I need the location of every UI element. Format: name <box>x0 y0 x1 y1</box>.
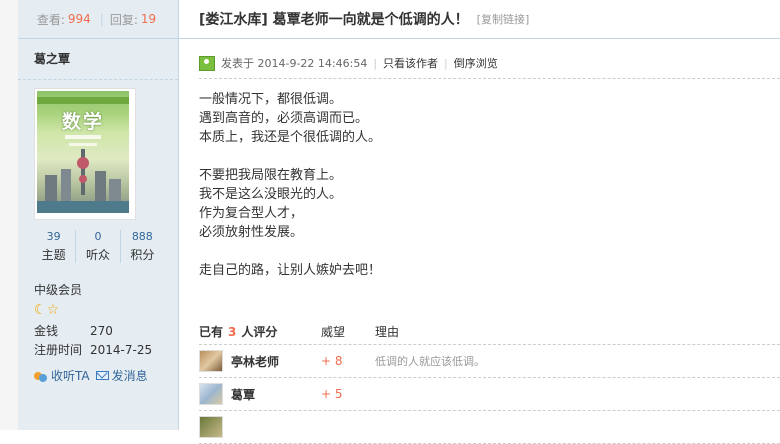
reverse-order-link[interactable]: 倒序浏览 <box>454 55 498 71</box>
count-topics[interactable]: 39 主题 <box>32 230 77 263</box>
thread-title: [娄江水库] 葛覃老师一向就是个低调的人！ <box>199 12 469 28</box>
count-label: 积分 <box>130 248 155 262</box>
info-row-registered: 注册时间 2014-7-25 <box>34 341 174 360</box>
info-row-money: 金钱 270 <box>34 322 174 341</box>
rater-avatar <box>199 350 223 372</box>
follow-label: 收听TA <box>51 369 90 383</box>
count-value: 39 <box>46 230 61 243</box>
count-listeners[interactable]: 0 听众 <box>76 230 121 263</box>
follow-icon <box>34 370 48 382</box>
info-key: 注册时间 <box>34 343 83 357</box>
author-info: 金钱 270 注册时间 2014-7-25 <box>34 322 174 360</box>
rating-header: 已有 3 人评分 威望 理由 <box>199 318 780 345</box>
replies-count: 19 <box>140 12 157 26</box>
rating-table: 已有 3 人评分 威望 理由 亭林老师 + 8 低调的人就应该低调。 葛覃 + 5 <box>199 318 780 444</box>
replies-label: 回复: <box>109 12 138 27</box>
moon-icon: ☾ <box>34 302 47 318</box>
meta-divider: | <box>444 56 448 70</box>
posted-at: 发表于 2014-9-22 14:46:54 <box>221 57 368 70</box>
col-prestige: 威望 <box>321 324 346 339</box>
rating-count: 3 <box>228 324 237 339</box>
author-sidebar: 查看: 994 | 回复: 19 葛之覃 数学 39 主题 0 听众 888 积… <box>18 0 179 430</box>
rating-reason: 低调的人就应该低调。 <box>375 355 485 368</box>
views-label: 查看: <box>36 12 65 27</box>
copy-link-button[interactable]: [复制链接] <box>477 11 530 27</box>
post-line: 我不是这么没眼光的人。 <box>199 187 343 202</box>
post-line: 不要把我局限在教育上。 <box>199 168 343 183</box>
avatar-image: 数学 <box>37 91 129 213</box>
post-line: 本质上，我还是个很低调的人。 <box>199 130 382 145</box>
post-main: [娄江水库] 葛覃老师一向就是个低调的人！ [复制链接] 发表于 2014-9-… <box>179 0 780 444</box>
only-author-link[interactable]: 只看该作者 <box>383 55 438 71</box>
author-name[interactable]: 葛之覃 <box>18 39 178 80</box>
post-line: 必须放射性发展。 <box>199 225 304 240</box>
meta-divider: | <box>373 56 378 70</box>
thread-stats: 查看: 994 | 回复: 19 <box>18 0 178 39</box>
forum-post-page: 查看: 994 | 回复: 19 葛之覃 数学 39 主题 0 听众 888 积… <box>0 0 780 444</box>
count-label: 听众 <box>85 248 110 262</box>
post-line: 走自己的路，让别人嫉妒去吧！ <box>199 263 382 278</box>
rater-avatar <box>199 416 223 438</box>
rater[interactable] <box>199 416 321 438</box>
thread-title-bar: [娄江水库] 葛覃老师一向就是个低调的人！ [复制链接] <box>179 0 780 39</box>
message-button[interactable]: 发消息 <box>95 367 148 384</box>
rating-row: 亭林老师 + 8 低调的人就应该低调。 <box>199 345 780 378</box>
count-value: 0 <box>94 230 102 243</box>
count-value: 888 <box>131 230 153 243</box>
post-line: 一般情况下，都很低调。 <box>199 92 343 107</box>
post-line: 作为复合型人才， <box>199 206 304 221</box>
rater[interactable]: 葛覃 <box>199 383 321 405</box>
col-reason: 理由 <box>375 324 400 339</box>
message-label: 发消息 <box>111 369 148 383</box>
rating-suffix: 人评分 <box>241 324 278 339</box>
rating-prefix: 已有 <box>199 324 224 339</box>
info-value: 2014-7-25 <box>90 343 153 357</box>
info-value: 270 <box>90 324 113 338</box>
rating-row: 葛覃 + 5 <box>199 378 780 411</box>
rater-avatar <box>199 383 223 405</box>
rater-name: 亭林老师 <box>231 354 280 369</box>
count-points[interactable]: 888 积分 <box>121 230 164 263</box>
count-label: 主题 <box>41 248 66 262</box>
author-counts: 39 主题 0 听众 888 积分 <box>32 230 164 263</box>
left-gutter <box>0 0 18 430</box>
rater-name: 葛覃 <box>231 387 256 402</box>
online-status-icon <box>199 55 215 71</box>
level-icons: ☾☆ <box>34 302 59 318</box>
rating-count-label[interactable]: 已有 3 人评分 <box>199 323 321 340</box>
rating-score: + 5 <box>321 387 343 401</box>
star-icon: ☆ <box>46 302 60 318</box>
avatar[interactable]: 数学 <box>34 88 136 220</box>
post-content: 一般情况下，都很低调。 遇到高音的，必须高调而已。 本质上，我还是个很低调的人。… <box>199 90 759 280</box>
info-key: 金钱 <box>34 324 59 338</box>
follow-button[interactable]: 收听TA <box>34 367 90 384</box>
rating-row-partial <box>199 411 780 444</box>
views-count: 994 <box>67 12 91 26</box>
rater[interactable]: 亭林老师 <box>199 350 321 372</box>
stats-divider: | <box>99 12 104 26</box>
author-actions: 收听TA 发消息 <box>34 367 148 384</box>
member-level[interactable]: 中级会员 <box>34 281 82 298</box>
post-line: 遇到高音的，必须高调而已。 <box>199 111 369 126</box>
post-meta: 发表于 2014-9-22 14:46:54 | 只看该作者 | 倒序浏览 <box>199 52 780 79</box>
envelope-icon <box>95 371 109 380</box>
rating-score: + 8 <box>321 354 343 368</box>
avatar-book-title: 数学 <box>61 111 104 133</box>
